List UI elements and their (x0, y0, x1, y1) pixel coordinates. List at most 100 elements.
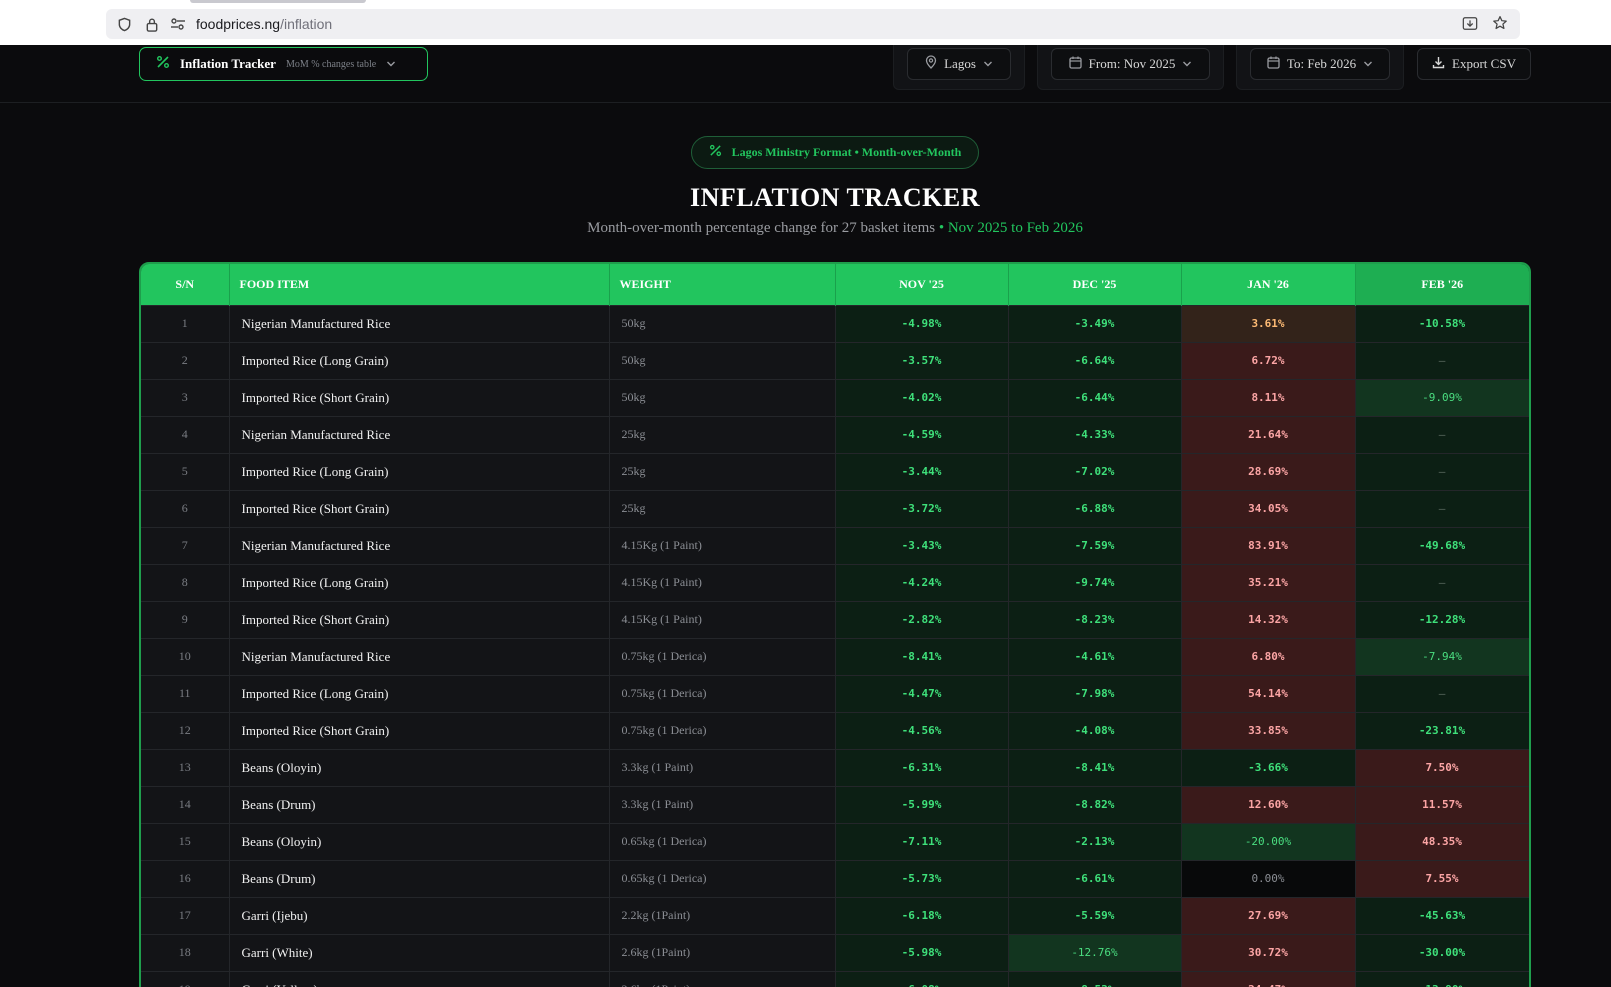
mom-change-dec: -7.02% (1008, 452, 1182, 490)
mom-change-jan: 27.69% (1181, 896, 1356, 934)
mom-change-dec: -8.23% (1008, 600, 1182, 638)
url-text[interactable]: foodprices.ng/inflation (196, 16, 332, 32)
row-number: 7 (141, 526, 230, 564)
mom-change-feb: – (1355, 415, 1529, 453)
mom-change-feb: -9.09% (1355, 378, 1529, 416)
food-item-name: Imported Rice (Long Grain) (229, 452, 610, 490)
mom-change-dec: -4.08% (1008, 711, 1182, 749)
mom-change-feb: – (1355, 563, 1529, 601)
row-number: 1 (141, 304, 230, 342)
mom-change-feb: 7.55% (1355, 859, 1529, 897)
food-item-name: Garri (Yellow) (229, 970, 610, 987)
mom-change-jan: -20.00% (1181, 822, 1356, 860)
col-header-feb[interactable]: FEB '26 (1355, 264, 1529, 305)
mom-change-dec: -6.61% (1008, 859, 1182, 897)
food-item-weight: 25kg (609, 489, 836, 527)
row-number: 6 (141, 489, 230, 527)
row-number: 13 (141, 748, 230, 786)
lock-icon[interactable] (144, 16, 160, 32)
food-item-weight: 4.15Kg (1 Paint) (609, 526, 836, 564)
mom-change-nov: -6.08% (835, 970, 1009, 987)
subtitle-range: • Nov 2025 to Feb 2026 (938, 220, 1083, 236)
food-item-name: Nigerian Manufactured Rice (229, 637, 610, 675)
mom-change-nov: -6.31% (835, 748, 1009, 786)
mom-change-nov: -3.57% (835, 341, 1009, 379)
food-item-weight: 0.75kg (1 Derica) (609, 674, 836, 712)
food-item-name: Imported Rice (Long Grain) (229, 563, 610, 601)
install-app-icon[interactable] (1462, 15, 1478, 31)
mom-change-jan: 34.05% (1181, 489, 1356, 527)
col-header-dec[interactable]: DEC '25 (1008, 264, 1182, 305)
page-title: INFLATION TRACKER (690, 183, 980, 212)
mom-change-nov: -5.73% (835, 859, 1009, 897)
percent-icon (156, 55, 170, 74)
mom-change-feb: 11.57% (1355, 785, 1529, 823)
mom-change-nov: -4.98% (835, 304, 1009, 342)
row-number: 9 (141, 600, 230, 638)
mom-change-dec: -4.61% (1008, 637, 1182, 675)
mom-change-feb: – (1355, 674, 1529, 712)
row-number: 14 (141, 785, 230, 823)
mom-change-feb: -13.90% (1355, 970, 1529, 987)
mom-change-jan: 30.72% (1181, 933, 1356, 971)
mom-change-nov: -7.11% (835, 822, 1009, 860)
mom-change-jan: 8.11% (1181, 378, 1356, 416)
site-settings-icon[interactable] (170, 16, 186, 32)
food-item-name: Nigerian Manufactured Rice (229, 526, 610, 564)
food-item-name: Beans (Oloyin) (229, 822, 610, 860)
table-row: 15 Beans (Oloyin) 0.65kg (1 Derica) -7.11% -… (141, 822, 1529, 860)
food-item-name: Imported Rice (Long Grain) (229, 674, 610, 712)
food-item-name: Imported Rice (Long Grain) (229, 341, 610, 379)
shield-icon[interactable] (116, 16, 132, 32)
mom-change-dec: -7.59% (1008, 526, 1182, 564)
table-row: 8 Imported Rice (Long Grain) 4.15Kg (1 Pai… (141, 563, 1529, 601)
col-header-jan[interactable]: JAN '26 (1181, 264, 1356, 305)
from-date-select[interactable]: From: Nov 2025 (1051, 48, 1210, 80)
table-row: 6 Imported Rice (Short Grain) 25kg -3.72% -6… (141, 489, 1529, 527)
food-item-weight: 0.65kg (1 Derica) (609, 859, 836, 897)
tracker-switcher[interactable]: Inflation Tracker MoM % changes table (139, 47, 428, 81)
page-subtitle: Month-over-month percentage change for 2… (0, 220, 1611, 237)
row-number: 5 (141, 452, 230, 490)
row-number: 4 (141, 415, 230, 453)
app-header: Inflation Tracker MoM % changes table La… (0, 45, 1611, 103)
mom-change-nov: -5.98% (835, 933, 1009, 971)
location-select[interactable]: Lagos (907, 48, 1011, 80)
row-number: 2 (141, 341, 230, 379)
food-item-weight: 3.3kg (1 Paint) (609, 785, 836, 823)
address-bar[interactable]: foodprices.ng/inflation (106, 9, 1520, 39)
mom-change-dec: -9.74% (1008, 563, 1182, 601)
export-csv-button[interactable]: Export CSV (1417, 48, 1531, 80)
table-row: 12 Imported Rice (Short Grain) 0.75kg (1 D… (141, 711, 1529, 749)
mom-change-jan: 33.85% (1181, 711, 1356, 749)
food-item-weight: 50kg (609, 378, 836, 416)
mom-change-feb: -45.63% (1355, 896, 1529, 934)
bookmark-star-icon[interactable] (1492, 15, 1508, 31)
mom-change-dec: -7.98% (1008, 674, 1182, 712)
food-item-name: Beans (Drum) (229, 859, 610, 897)
chevron-down-icon (386, 55, 396, 73)
food-item-weight: 0.75kg (1 Derica) (609, 711, 836, 749)
mom-change-feb: 7.50% (1355, 748, 1529, 786)
food-item-name: Imported Rice (Short Grain) (229, 378, 610, 416)
table-row: 3 Imported Rice (Short Grain) 50kg -4.02% -6… (141, 378, 1529, 416)
table-row: 14 Beans (Drum) 3.3kg (1 Paint) -5.99% -8.82… (141, 785, 1529, 823)
col-header-weight[interactable]: WEIGHT (609, 264, 836, 305)
mom-change-dec: -8.53% (1008, 970, 1182, 987)
mom-change-jan: 28.69% (1181, 452, 1356, 490)
table-row: 11 Imported Rice (Long Grain) 0.75kg (1 De… (141, 674, 1529, 712)
col-header-food-item[interactable]: FOOD ITEM (229, 264, 610, 305)
food-item-name: Nigerian Manufactured Rice (229, 415, 610, 453)
mom-change-nov: -2.82% (835, 600, 1009, 638)
mom-change-nov: -4.47% (835, 674, 1009, 712)
mom-change-dec: -6.44% (1008, 378, 1182, 416)
to-date-select[interactable]: To: Feb 2026 (1250, 48, 1390, 80)
mom-change-jan: 6.80% (1181, 637, 1356, 675)
col-header-nov[interactable]: NOV '25 (835, 264, 1009, 305)
food-item-name: Beans (Oloyin) (229, 748, 610, 786)
col-header-sn[interactable]: S/N (141, 264, 230, 305)
mom-change-nov: -4.02% (835, 378, 1009, 416)
mom-change-feb: -30.00% (1355, 933, 1529, 971)
mom-change-dec: -8.41% (1008, 748, 1182, 786)
food-item-weight: 4.15Kg (1 Paint) (609, 563, 836, 601)
